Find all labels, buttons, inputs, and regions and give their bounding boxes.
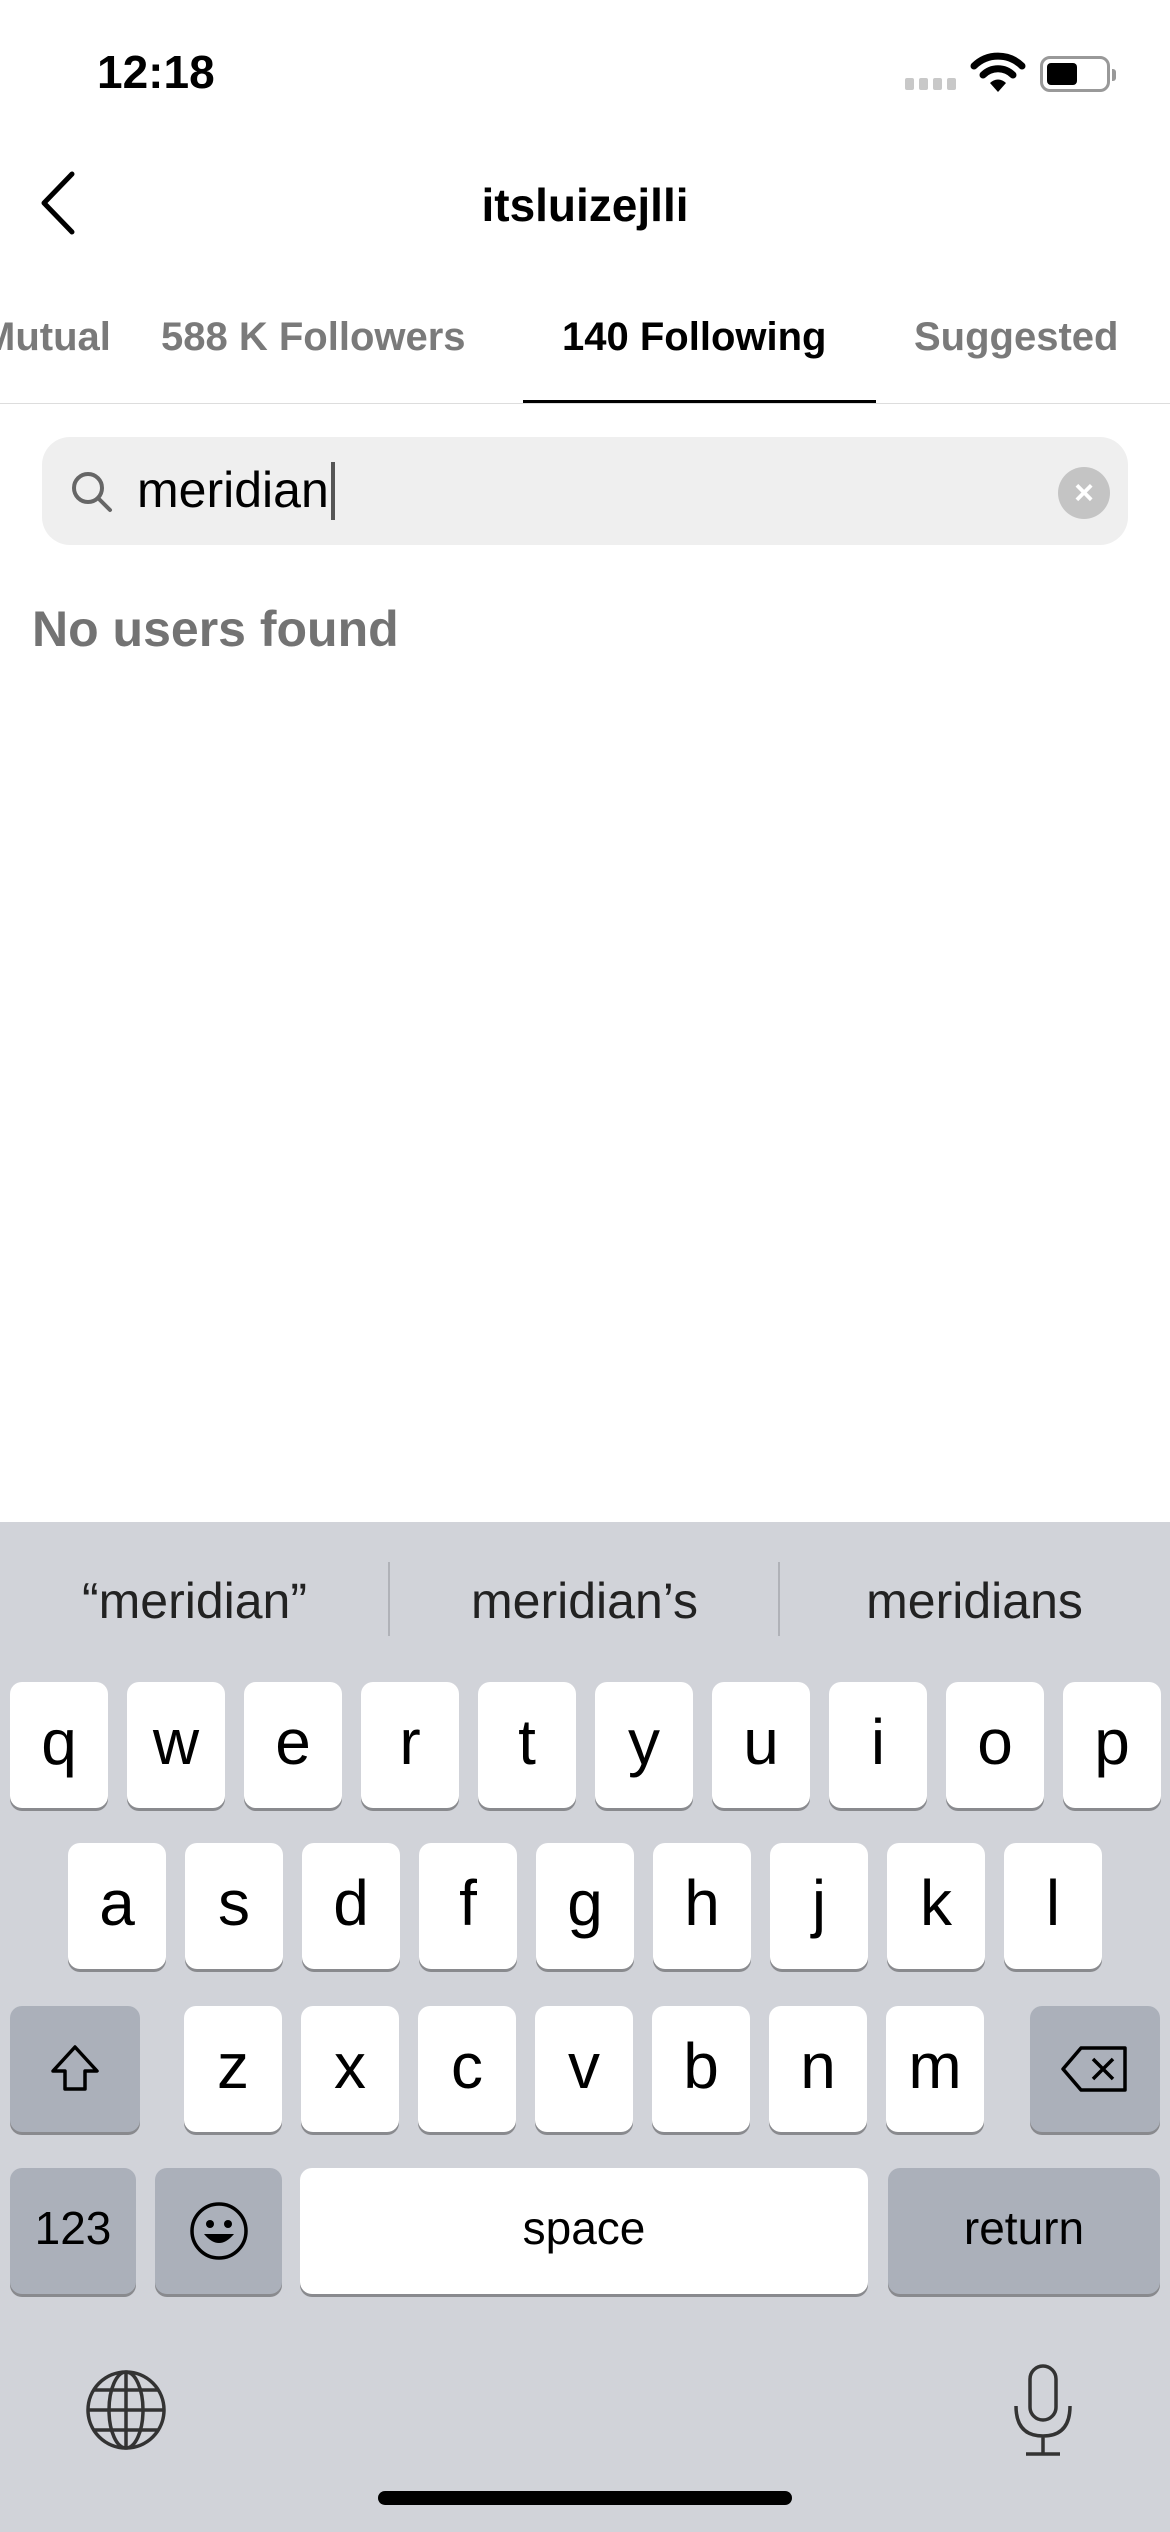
search-icon bbox=[72, 472, 112, 512]
page-title: itsluizejlli bbox=[481, 179, 689, 231]
key-j[interactable]: j bbox=[770, 1843, 868, 1969]
key-b[interactable]: b bbox=[652, 2006, 750, 2132]
key-g[interactable]: g bbox=[536, 1843, 634, 1969]
key-w[interactable]: w bbox=[127, 1682, 225, 1808]
backspace-icon bbox=[1061, 2046, 1127, 2092]
key-y[interactable]: y bbox=[595, 1682, 693, 1808]
key-e[interactable]: e bbox=[244, 1682, 342, 1808]
cellular-signal-icon bbox=[905, 78, 956, 90]
globe-icon[interactable] bbox=[84, 2368, 168, 2452]
tab-suggested[interactable]: Suggested bbox=[914, 315, 1118, 360]
key-h[interactable]: h bbox=[653, 1843, 751, 1969]
status-time: 12:18 bbox=[97, 46, 215, 98]
numbers-key[interactable]: 123 bbox=[10, 2168, 136, 2294]
key-q[interactable]: q bbox=[10, 1682, 108, 1808]
key-c[interactable]: c bbox=[418, 2006, 516, 2132]
emoji-icon bbox=[189, 2202, 248, 2260]
tab-following[interactable]: 140 Following bbox=[562, 315, 826, 360]
battery-icon bbox=[1040, 56, 1116, 92]
return-key[interactable]: return bbox=[888, 2168, 1160, 2294]
empty-state-message: No users found bbox=[32, 601, 399, 657]
space-key[interactable]: space bbox=[300, 2168, 868, 2294]
key-p[interactable]: p bbox=[1063, 1682, 1161, 1808]
key-x[interactable]: x bbox=[301, 2006, 399, 2132]
key-a[interactable]: a bbox=[68, 1843, 166, 1969]
key-o[interactable]: o bbox=[946, 1682, 1044, 1808]
shift-icon bbox=[51, 2045, 99, 2091]
divider bbox=[0, 403, 1170, 404]
key-t[interactable]: t bbox=[478, 1682, 576, 1808]
backspace-key[interactable] bbox=[1030, 2006, 1160, 2132]
key-r[interactable]: r bbox=[361, 1682, 459, 1808]
emoji-key[interactable] bbox=[155, 2168, 282, 2294]
suggestion[interactable]: meridians bbox=[780, 1572, 1169, 1630]
key-l[interactable]: l bbox=[1004, 1843, 1102, 1969]
shift-key[interactable] bbox=[10, 2006, 140, 2132]
tab-followers[interactable]: 588 K Followers bbox=[161, 315, 466, 360]
key-s[interactable]: s bbox=[185, 1843, 283, 1969]
key-v[interactable]: v bbox=[535, 2006, 633, 2132]
key-i[interactable]: i bbox=[829, 1682, 927, 1808]
key-z[interactable]: z bbox=[184, 2006, 282, 2132]
key-k[interactable]: k bbox=[887, 1843, 985, 1969]
suggestion[interactable]: meridian’s bbox=[390, 1572, 779, 1630]
key-n[interactable]: n bbox=[769, 2006, 867, 2132]
key-f[interactable]: f bbox=[419, 1843, 517, 1969]
home-indicator[interactable] bbox=[378, 2491, 792, 2505]
clear-search-icon[interactable]: × bbox=[1058, 467, 1110, 519]
suggestion[interactable]: “meridian” bbox=[0, 1572, 389, 1630]
key-m[interactable]: m bbox=[886, 2006, 984, 2132]
wifi-icon bbox=[970, 52, 1026, 92]
tab-mutual[interactable]: Mutual bbox=[0, 315, 111, 360]
key-d[interactable]: d bbox=[302, 1843, 400, 1969]
search-input[interactable] bbox=[137, 460, 1037, 520]
microphone-icon[interactable] bbox=[1010, 2362, 1076, 2458]
key-u[interactable]: u bbox=[712, 1682, 810, 1808]
text-caret bbox=[331, 462, 335, 520]
